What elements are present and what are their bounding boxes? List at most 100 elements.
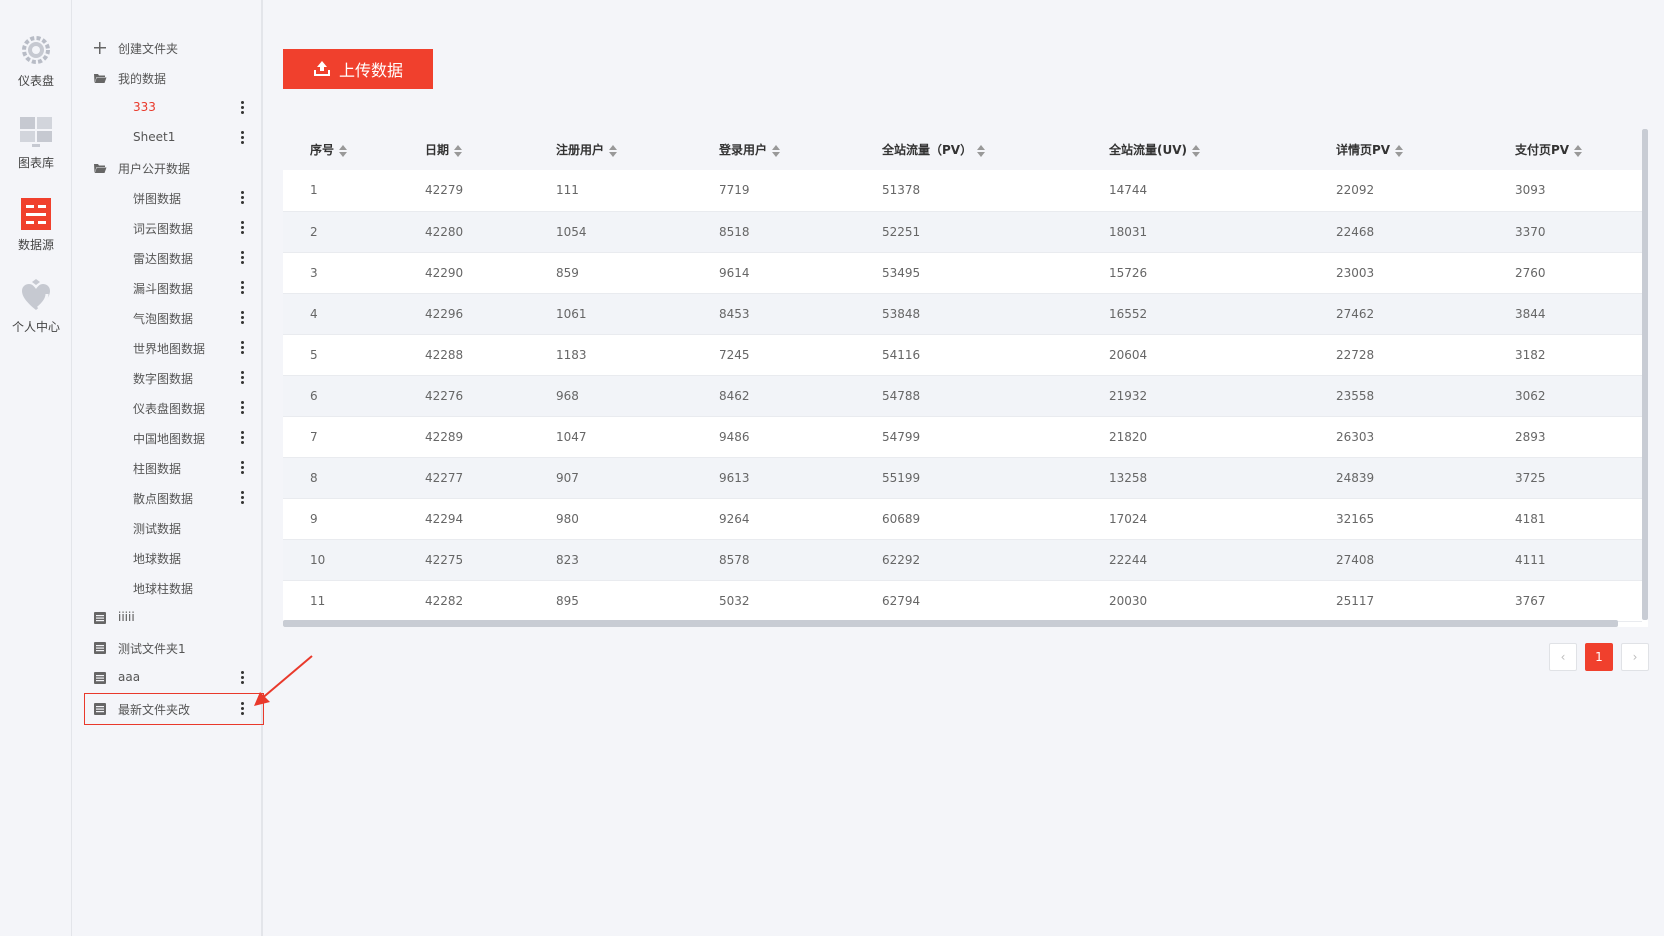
nav-item-personal-center[interactable]: 个人中心 xyxy=(0,278,72,335)
table-cell: 22244 xyxy=(1109,552,1148,567)
sort-icon[interactable] xyxy=(1395,144,1404,157)
table-row[interactable]: 5 42288 1183 7245 54116 20604 22728 3182 xyxy=(283,334,1642,375)
data-table: 序号 日期 注册用户 登录用户 全站流量（PV） 全站流量(UV) 详情页PV … xyxy=(283,129,1642,622)
table-body: 1 42279 111 7719 51378 14744 22092 3093 2 42280 10… xyxy=(283,170,1642,621)
more-options-icon[interactable] xyxy=(241,311,245,325)
table-cell: 2 xyxy=(310,224,318,239)
table-cell: 42282 xyxy=(425,593,464,608)
table-cell: 980 xyxy=(556,511,579,526)
sort-icon[interactable] xyxy=(339,144,348,157)
column-header[interactable]: 全站流量（PV） xyxy=(855,129,1082,170)
tree-folder-public-data[interactable]: 用户公开数据 xyxy=(73,153,263,183)
column-header[interactable]: 全站流量(UV) xyxy=(1082,129,1309,170)
nav-label-chart-library: 图表库 xyxy=(17,156,54,170)
tree-item-public[interactable]: 雷达图数据 xyxy=(73,243,263,273)
table-row[interactable]: 11 42282 895 5032 62794 20030 25117 3767 xyxy=(283,580,1642,621)
column-header[interactable]: 登录用户 xyxy=(692,129,855,170)
vertical-scrollbar[interactable] xyxy=(1642,129,1648,620)
tree-item-public[interactable]: 地球柱数据 xyxy=(73,573,263,603)
table-cell: 8578 xyxy=(719,552,750,567)
table-cell: 4 xyxy=(310,306,318,321)
tree-item-public[interactable]: 中国地图数据 xyxy=(73,423,263,453)
tree-item-public[interactable]: 数字图数据 xyxy=(73,363,263,393)
more-options-icon[interactable] xyxy=(241,702,245,716)
table-cell: 9486 xyxy=(719,429,750,444)
tree-folder[interactable]: 测试文件夹1 xyxy=(73,633,263,663)
column-header[interactable]: 序号 xyxy=(283,129,398,170)
column-header[interactable]: 详情页PV xyxy=(1309,129,1488,170)
table-cell: 3182 xyxy=(1515,347,1546,362)
more-options-icon[interactable] xyxy=(241,461,245,475)
more-options-icon[interactable] xyxy=(241,251,245,265)
nav-item-dashboard[interactable]: 仪表盘 xyxy=(0,32,72,89)
more-options-icon[interactable] xyxy=(241,341,245,355)
sort-icon[interactable] xyxy=(1574,144,1583,157)
column-header[interactable]: 日期 xyxy=(398,129,529,170)
horizontal-scrollbar[interactable] xyxy=(283,620,1618,627)
table-cell: 1 xyxy=(310,183,318,198)
table-row[interactable]: 6 42276 968 8462 54788 21932 23558 3062 xyxy=(283,375,1642,416)
table-row[interactable]: 1 42279 111 7719 51378 14744 22092 3093 xyxy=(283,170,1642,211)
pagination-prev-button[interactable]: ‹ xyxy=(1549,643,1577,671)
list-icon xyxy=(94,642,106,654)
tree-item-label: 333 xyxy=(133,100,156,114)
tree-item-public[interactable]: 世界地图数据 xyxy=(73,333,263,363)
sort-icon[interactable] xyxy=(609,144,618,157)
tree-item-sheet1[interactable]: Sheet1 xyxy=(73,123,263,153)
more-options-icon[interactable] xyxy=(241,401,245,415)
table-row[interactable]: 4 42296 1061 8453 53848 16552 27462 3844 xyxy=(283,293,1642,334)
nav-item-data-source[interactable]: 数据源 xyxy=(0,196,72,253)
table-cell: 42288 xyxy=(425,347,464,362)
tree-item-public[interactable]: 饼图数据 xyxy=(73,183,263,213)
pagination-page-1[interactable]: 1 xyxy=(1585,643,1613,671)
tree-item-public[interactable]: 仪表盘图数据 xyxy=(73,393,263,423)
more-options-icon[interactable] xyxy=(241,671,245,685)
table-row[interactable]: 7 42289 1047 9486 54799 21820 26303 2893 xyxy=(283,416,1642,457)
table-cell: 15726 xyxy=(1109,265,1148,280)
table-row[interactable]: 10 42275 823 8578 62292 22244 27408 4111 xyxy=(283,539,1642,580)
list-icon xyxy=(94,672,106,684)
tree-folder[interactable]: aaa xyxy=(73,663,263,693)
more-options-icon[interactable] xyxy=(241,281,245,295)
tree-item-public[interactable]: 测试数据 xyxy=(73,513,263,543)
list-icon xyxy=(94,612,106,624)
table-row[interactable]: 2 42280 1054 8518 52251 18031 22468 3370 xyxy=(283,211,1642,252)
tree-item-public[interactable]: 词云图数据 xyxy=(73,213,263,243)
tree-folder[interactable]: iiiii xyxy=(73,603,263,633)
tree-item-public[interactable]: 气泡图数据 xyxy=(73,303,263,333)
tree-item-public[interactable]: 漏斗图数据 xyxy=(73,273,263,303)
table-cell: 3767 xyxy=(1515,593,1546,608)
more-options-icon[interactable] xyxy=(241,431,245,445)
sort-icon[interactable] xyxy=(454,144,463,157)
pagination-next-button[interactable]: › xyxy=(1621,643,1649,671)
more-options-icon[interactable] xyxy=(241,221,245,235)
tree-item-333[interactable]: 333 xyxy=(73,93,263,123)
more-options-icon[interactable] xyxy=(241,371,245,385)
sort-icon[interactable] xyxy=(1192,144,1201,157)
more-options-icon[interactable] xyxy=(241,101,245,115)
table-cell: 27408 xyxy=(1336,552,1375,567)
table-row[interactable]: 8 42277 907 9613 55199 13258 24839 3725 xyxy=(283,457,1642,498)
more-options-icon[interactable] xyxy=(241,191,245,205)
tree-folder-my-data[interactable]: 我的数据 xyxy=(73,63,263,93)
upload-data-button[interactable]: 上传数据 xyxy=(283,49,433,89)
table-row[interactable]: 9 42294 980 9264 60689 17024 32165 4181 xyxy=(283,498,1642,539)
sort-icon[interactable] xyxy=(977,144,986,157)
nav-item-chart-library[interactable]: 图表库 xyxy=(0,114,72,171)
more-options-icon[interactable] xyxy=(241,491,245,505)
table-cell: 17024 xyxy=(1109,511,1148,526)
tree-folder-highlighted[interactable]: 最新文件夹改 xyxy=(84,693,264,725)
column-header[interactable]: 注册用户 xyxy=(529,129,692,170)
table-row[interactable]: 3 42290 859 9614 53495 15726 23003 2760 xyxy=(283,252,1642,293)
table-cell: 3370 xyxy=(1515,224,1546,239)
more-options-icon[interactable] xyxy=(241,131,245,145)
create-folder-button[interactable]: 创建文件夹 xyxy=(73,33,263,63)
tree-item-public[interactable]: 散点图数据 xyxy=(73,483,263,513)
column-header[interactable]: 支付页PV xyxy=(1488,129,1642,170)
table-cell: 9613 xyxy=(719,470,750,485)
table-cell: 26303 xyxy=(1336,429,1375,444)
table-cell: 2893 xyxy=(1515,429,1546,444)
sort-icon[interactable] xyxy=(772,144,781,157)
tree-item-public[interactable]: 柱图数据 xyxy=(73,453,263,483)
tree-item-public[interactable]: 地球数据 xyxy=(73,543,263,573)
